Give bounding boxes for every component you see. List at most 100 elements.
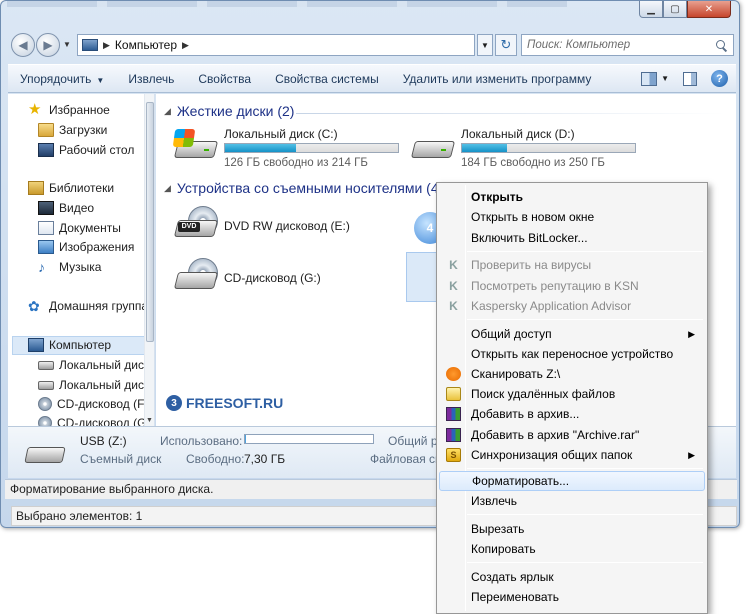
drive-d[interactable]: Локальный диск (D:) 184 ГБ свободно из 2… — [410, 127, 671, 173]
watermark: 3 FREESOFT.RU — [166, 395, 283, 411]
drive-name: CD-дисковод (G:) — [224, 271, 321, 285]
freesoft-logo-icon: 3 — [166, 395, 182, 411]
menu-item-kaspersky-advisor[interactable]: K Kaspersky Application Advisor — [439, 296, 705, 316]
kaspersky-icon: K — [449, 279, 458, 293]
system-properties-button[interactable]: Свойства системы — [263, 72, 391, 86]
drive-e[interactable]: DVD DVD RW дисковод (E:) — [173, 206, 404, 248]
menu-item-label: Проверить на вирусы — [471, 258, 592, 272]
menu-item-copy[interactable]: Копировать — [439, 539, 705, 559]
sidebar-item-downloads[interactable]: Загрузки — [38, 123, 107, 137]
address-history-dropdown[interactable]: ▼ — [477, 34, 493, 56]
sidebar-item-label: CD-дисковод (G: — [57, 416, 150, 426]
group-header-removable[interactable]: ◢ Устройства со съемными носителями (4) — [164, 180, 443, 196]
forward-button[interactable]: ▶ — [36, 33, 60, 57]
sidebar-item-label: Изображения — [59, 240, 135, 254]
uninstall-program-button[interactable]: Удалить или изменить программу — [391, 72, 604, 86]
recovery-search-icon — [446, 387, 461, 401]
menu-item-scan-drive[interactable]: Сканировать Z:\ — [439, 364, 705, 384]
chevron-down-icon: ▼ — [96, 75, 105, 85]
organize-button[interactable]: Упорядочить ▼ — [8, 72, 116, 86]
drive-usage-bar — [224, 143, 399, 153]
menu-item-bitlocker[interactable]: Включить BitLocker... — [439, 228, 705, 248]
maximize-button[interactable]: ▢ — [663, 1, 687, 18]
breadcrumb-chevron-icon[interactable]: ▶ — [182, 40, 189, 51]
sidebar-item-pictures[interactable]: Изображения — [38, 240, 134, 254]
sidebar-item-label: Избранное — [49, 103, 110, 117]
sidebar-item-favorites[interactable]: ★ Избранное — [28, 102, 110, 117]
menu-item-label: Создать ярлык — [471, 570, 554, 584]
sidebar-item-video[interactable]: Видео — [38, 201, 94, 215]
details-usage-fill — [245, 435, 247, 443]
collapse-triangle-icon: ◢ — [164, 182, 171, 193]
sidebar-item-desktop[interactable]: Рабочий стол — [38, 143, 134, 157]
change-view-button[interactable]: ▼ — [641, 71, 669, 86]
search-input[interactable]: Поиск: Компьютер — [527, 39, 630, 51]
sidebar-item-label: Библиотеки — [49, 181, 115, 195]
menu-item-label: Посмотреть репутацию в KSN — [471, 279, 639, 293]
minimize-button[interactable]: ▁ — [639, 1, 663, 18]
sidebar-item-label: Локальный диск — [59, 378, 150, 392]
sidebar-item-music[interactable]: ♪ Музыка — [38, 260, 101, 274]
menu-item-rename[interactable]: Переименовать — [439, 587, 705, 607]
sidebar-item-local-disk-c[interactable]: Локальный диск — [38, 358, 149, 372]
homegroup-icon: ✿ — [28, 298, 40, 314]
menu-item-add-archive[interactable]: Добавить в архив... — [439, 404, 705, 424]
menu-item-eject[interactable]: Извлечь — [439, 491, 705, 511]
menu-item-label: Синхронизация общих папок — [471, 448, 633, 462]
sidebar-item-label: Локальный диск — [59, 358, 150, 372]
menu-item-label: Форматировать... — [472, 474, 570, 488]
menu-item-scan-viruses[interactable]: K Проверить на вирусы — [439, 255, 705, 275]
windows-logo-icon — [172, 129, 196, 147]
menu-item-label: Открыть в новом окне — [471, 210, 595, 224]
nav-scrollbar-thumb[interactable] — [146, 102, 154, 342]
drive-g[interactable]: CD-дисковод (G:) — [173, 258, 404, 300]
menu-item-open[interactable]: Открыть — [439, 187, 705, 207]
properties-button[interactable]: Свойства — [186, 72, 263, 86]
sidebar-item-documents[interactable]: Документы — [38, 221, 121, 235]
recent-pages-dropdown[interactable]: ▼ — [63, 40, 71, 49]
drive-usage-fill — [225, 144, 296, 152]
sidebar-item-local-disk-d[interactable]: Локальный диск — [38, 378, 149, 392]
sidebar-item-cd-g[interactable]: CD-дисковод (G: — [38, 416, 150, 426]
scroll-down-arrow-icon[interactable]: ▼ — [146, 417, 153, 424]
menu-item-open-portable[interactable]: Открыть как переносное устройство — [439, 344, 705, 364]
menu-item-open-new-window[interactable]: Открыть в новом окне — [439, 207, 705, 227]
menu-item-create-shortcut[interactable]: Создать ярлык — [439, 567, 705, 587]
sidebar-item-cd-f[interactable]: CD-дисковод (F: — [38, 397, 148, 411]
breadcrumb-separator-icon[interactable]: ▶ — [103, 40, 110, 51]
menu-item-cut[interactable]: Вырезать — [439, 519, 705, 539]
refresh-button[interactable]: ↻ — [495, 34, 517, 56]
nav-scrollbar[interactable]: ▼ — [144, 94, 154, 426]
search-icon[interactable] — [716, 39, 727, 51]
close-button[interactable]: ✕ — [687, 1, 731, 18]
sidebar-item-computer[interactable]: Компьютер — [28, 338, 111, 352]
hdd-icon — [38, 380, 54, 390]
sidebar-item-label: Рабочий стол — [59, 143, 135, 157]
group-header-hard-disks[interactable]: ◢ Жесткие диски (2) — [164, 103, 294, 119]
details-name: USB (Z:) — [80, 434, 127, 448]
drive-c[interactable]: Локальный диск (C:) 126 ГБ свободно из 2… — [172, 127, 434, 173]
menu-item-sync-folders[interactable]: S Синхронизация общих папок ▶ — [439, 445, 705, 465]
context-menu: Открыть Открыть в новом окне Включить Bi… — [436, 182, 708, 614]
address-bar[interactable]: ▶ Компьютер ▶ — [77, 34, 475, 56]
breadcrumb-computer[interactable]: Компьютер — [115, 38, 177, 52]
drive-free-space: 184 ГБ свободно из 250 ГБ — [461, 157, 605, 169]
menu-item-sharing[interactable]: Общий доступ ▶ — [439, 324, 705, 344]
preview-pane-icon[interactable] — [683, 71, 697, 86]
drive-free-space: 126 ГБ свободно из 214 ГБ — [224, 157, 368, 169]
details-free-value: 7,30 ГБ — [244, 452, 286, 466]
search-box[interactable]: Поиск: Компьютер — [521, 34, 734, 56]
watermark-text: FREESOFT.RU — [186, 395, 284, 411]
sidebar-item-libraries[interactable]: Библиотеки — [28, 181, 114, 195]
menu-item-ksn-reputation[interactable]: K Посмотреть репутацию в KSN — [439, 276, 705, 296]
eject-button[interactable]: Извлечь — [116, 72, 186, 86]
back-button[interactable]: ◀ — [11, 33, 35, 57]
computer-icon — [82, 39, 98, 51]
menu-separator — [467, 319, 703, 320]
menu-item-find-deleted[interactable]: Поиск удалённых файлов — [439, 384, 705, 404]
help-icon[interactable]: ? — [711, 70, 728, 87]
menu-item-format[interactable]: Форматировать... — [439, 471, 705, 491]
menu-item-add-archive-rar[interactable]: Добавить в архив "Archive.rar" — [439, 425, 705, 445]
sidebar-item-homegroup[interactable]: ✿ Домашняя группа — [28, 299, 148, 313]
submenu-arrow-icon: ▶ — [688, 328, 695, 339]
